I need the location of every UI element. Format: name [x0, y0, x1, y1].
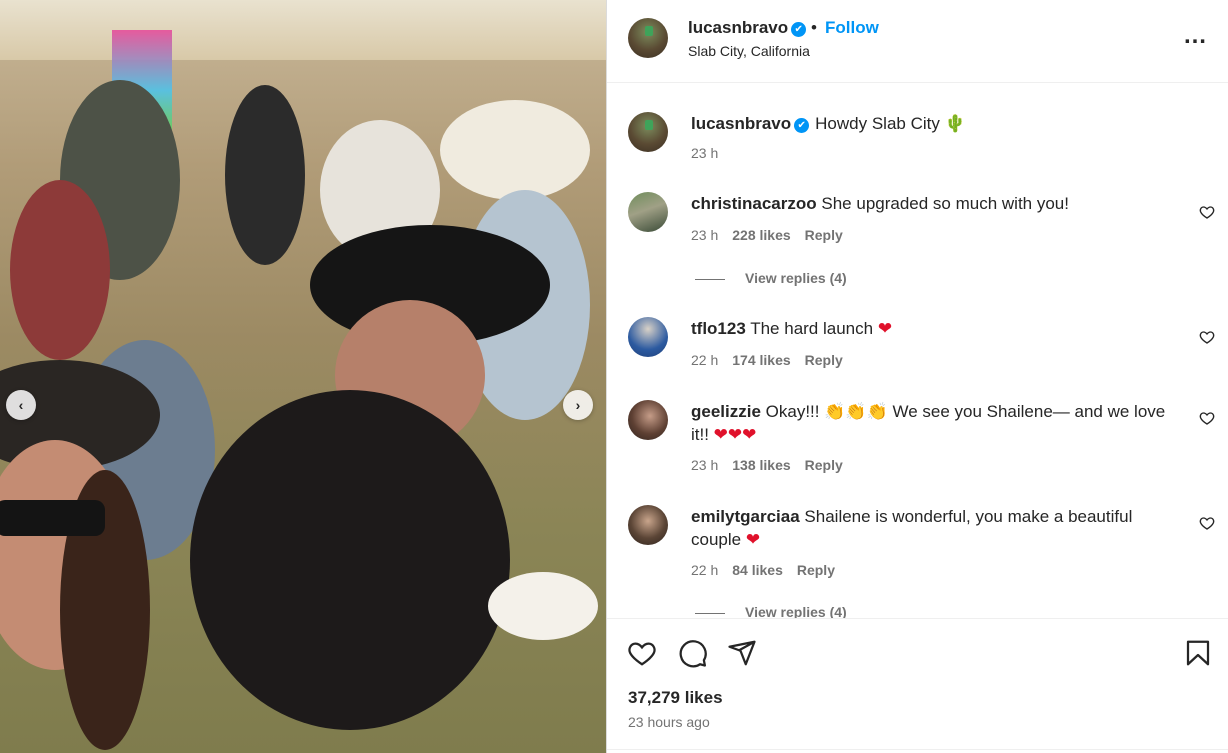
- comment-body: She upgraded so much with you!: [821, 194, 1069, 213]
- divider: [607, 749, 1228, 750]
- caption-username[interactable]: lucasnbravo: [691, 114, 791, 133]
- follow-button[interactable]: Follow: [825, 18, 879, 38]
- post-detail-panel: lucasnbravo ✔ • Follow Slab City, Califor…: [606, 0, 1228, 753]
- reply-button[interactable]: Reply: [805, 227, 843, 243]
- avatar[interactable]: [628, 192, 668, 232]
- caption-meta: 23 h: [691, 145, 732, 161]
- comment-likes[interactable]: 228 likes: [732, 227, 790, 243]
- comment-username[interactable]: emilytgarciaa: [691, 507, 800, 526]
- next-photo-button[interactable]: ›: [563, 390, 593, 420]
- comment-meta: 23 h 138 likes Reply: [691, 457, 857, 473]
- reply-button[interactable]: Reply: [805, 352, 843, 368]
- verified-badge-icon: ✔: [791, 22, 807, 37]
- likes-count[interactable]: 37,279 likes: [628, 688, 723, 708]
- comment-time[interactable]: 22 h: [691, 562, 718, 578]
- heart-icon[interactable]: [1199, 204, 1215, 220]
- comment-body: Okay!!! 👏👏👏 We see you Shailene— and we …: [691, 402, 1166, 444]
- reply-button[interactable]: Reply: [805, 457, 843, 473]
- heart-icon[interactable]: [1199, 329, 1215, 345]
- photo-sky: [0, 0, 606, 60]
- comment-username[interactable]: christinacarzoo: [691, 194, 817, 213]
- comment-username[interactable]: tflo123: [691, 319, 746, 338]
- caption-body: Howdy Slab City 🌵: [815, 114, 966, 133]
- comment-icon[interactable]: [678, 638, 708, 668]
- post-header: lucasnbravo ✔ • Follow Slab City, Califor…: [607, 0, 1228, 83]
- comment-likes[interactable]: 138 likes: [732, 457, 790, 473]
- comment-text: christinacarzoo She upgraded so much wit…: [691, 192, 1181, 215]
- caption-text: lucasnbravo ✔ Howdy Slab City 🌵: [691, 112, 1181, 135]
- photo-figure: [10, 180, 110, 360]
- share-icon[interactable]: [727, 638, 757, 668]
- post-location[interactable]: Slab City, California: [688, 43, 810, 59]
- avatar[interactable]: [628, 317, 668, 357]
- comment-time[interactable]: 23 h: [691, 457, 718, 473]
- separator-dot: •: [811, 18, 817, 37]
- comment-text: emilytgarciaa Shailene is wonderful, you…: [691, 505, 1181, 551]
- bookmark-icon[interactable]: [1183, 638, 1213, 668]
- photo-figure: [440, 100, 590, 200]
- heart-icon[interactable]: [1199, 515, 1215, 531]
- photo-plate: [488, 572, 598, 640]
- avatar[interactable]: [628, 400, 668, 440]
- comment-text: geelizzie Okay!!! 👏👏👏 We see you Shailen…: [691, 400, 1181, 446]
- previous-photo-button[interactable]: ‹: [6, 390, 36, 420]
- comment-meta: 23 h 228 likes Reply: [691, 227, 857, 243]
- comment-time[interactable]: 23 h: [691, 227, 718, 243]
- avatar[interactable]: [628, 112, 668, 152]
- post-author-username[interactable]: lucasnbravo ✔: [688, 18, 807, 38]
- comment-username[interactable]: geelizzie: [691, 402, 761, 421]
- photo-sunglasses: [0, 500, 105, 536]
- avatar[interactable]: [628, 505, 668, 545]
- heart-icon[interactable]: [1199, 410, 1215, 426]
- chevron-right-icon: ›: [575, 397, 581, 413]
- comments-list[interactable]: lucasnbravo ✔ Howdy Slab City 🌵 23 h chris…: [607, 84, 1228, 618]
- photo-figure: [225, 85, 305, 265]
- comment-meta: 22 h 84 likes Reply: [691, 562, 849, 578]
- verified-badge-icon: ✔: [794, 118, 810, 133]
- caption-time[interactable]: 23 h: [691, 145, 718, 161]
- heart-icon[interactable]: [627, 638, 657, 668]
- action-bar: [607, 618, 1228, 753]
- comment-body: The hard launch ❤: [750, 319, 893, 338]
- post-timestamp[interactable]: 23 hours ago: [628, 714, 710, 730]
- reply-button[interactable]: Reply: [797, 562, 835, 578]
- chevron-left-icon: ‹: [18, 397, 24, 413]
- view-replies-button[interactable]: View replies (4): [695, 270, 847, 286]
- comment-likes[interactable]: 174 likes: [732, 352, 790, 368]
- more-options-icon[interactable]: …: [1183, 24, 1208, 48]
- avatar[interactable]: [628, 18, 668, 58]
- comment-meta: 22 h 174 likes Reply: [691, 352, 857, 368]
- photo-body: [190, 390, 510, 730]
- view-replies-button[interactable]: View replies (4): [695, 604, 847, 618]
- comment-text: tflo123 The hard launch ❤: [691, 317, 1181, 340]
- post-photo[interactable]: ‹ ›: [0, 0, 606, 753]
- comment-time[interactable]: 22 h: [691, 352, 718, 368]
- username-text[interactable]: lucasnbravo: [688, 18, 788, 37]
- comment-likes[interactable]: 84 likes: [732, 562, 783, 578]
